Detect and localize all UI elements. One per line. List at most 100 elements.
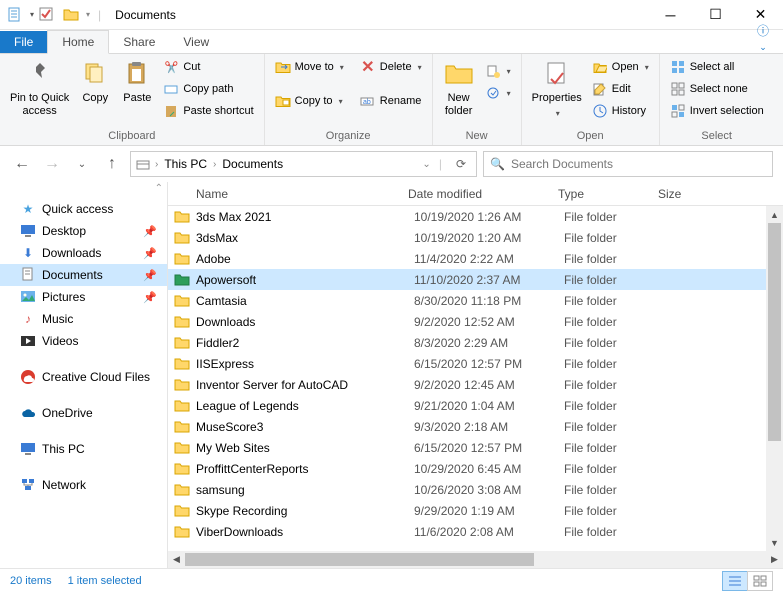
properties-button[interactable]: Properties▾ bbox=[528, 56, 586, 122]
file-row[interactable]: Apowersoft11/10/2020 2:37 AMFile folder bbox=[168, 269, 783, 290]
copy-to-button[interactable]: Copy to▾ bbox=[271, 90, 348, 112]
up-button[interactable]: ↑ bbox=[100, 152, 124, 176]
search-placeholder: Search Documents bbox=[511, 157, 613, 171]
edit-button[interactable]: Edit bbox=[588, 78, 653, 100]
quick-access-toolbar: ▾ ▾ | bbox=[4, 4, 107, 26]
refresh-button[interactable]: ⟳ bbox=[450, 157, 472, 171]
select-none-button[interactable]: Select none bbox=[666, 78, 768, 100]
new-item-icon bbox=[485, 63, 501, 79]
sidebar-pictures[interactable]: Pictures📌 bbox=[0, 286, 167, 308]
breadcrumb-current[interactable]: Documents bbox=[220, 157, 285, 171]
history-button[interactable]: History bbox=[588, 100, 653, 122]
sidebar-this-pc[interactable]: This PC bbox=[0, 438, 167, 460]
new-folder-button[interactable]: New folder bbox=[439, 56, 479, 120]
details-view-button[interactable] bbox=[722, 571, 748, 591]
file-row[interactable]: My Web Sites6/15/2020 12:57 PMFile folde… bbox=[168, 437, 783, 458]
large-icons-view-button[interactable] bbox=[747, 571, 773, 591]
open-button[interactable]: Open▾ bbox=[588, 56, 653, 78]
scroll-thumb[interactable] bbox=[768, 223, 781, 441]
address-dropdown-icon[interactable]: ⌄ bbox=[422, 159, 430, 170]
copy-button[interactable]: Copy bbox=[75, 56, 115, 107]
file-row[interactable]: Skype Recording9/29/2020 1:19 AMFile fol… bbox=[168, 500, 783, 521]
select-all-button[interactable]: Select all bbox=[666, 56, 768, 78]
file-row[interactable]: 3dsMax10/19/2020 1:20 AMFile folder bbox=[168, 227, 783, 248]
collapse-icon[interactable]: ⌃ bbox=[155, 183, 163, 194]
qat-checkbox-icon[interactable] bbox=[36, 4, 58, 26]
file-row[interactable]: ViberDownloads11/6/2020 2:08 AMFile fold… bbox=[168, 521, 783, 542]
tab-file[interactable]: File bbox=[0, 31, 47, 53]
rename-icon: ab bbox=[360, 93, 376, 109]
chevron-icon[interactable]: › bbox=[213, 159, 216, 170]
sidebar-desktop[interactable]: Desktop📌 bbox=[0, 220, 167, 242]
folder-icon bbox=[174, 335, 190, 351]
column-date[interactable]: Date modified bbox=[408, 187, 558, 201]
file-row[interactable]: Inventor Server for AutoCAD9/2/2020 12:4… bbox=[168, 374, 783, 395]
qat-dropdown-icon[interactable]: ▾ bbox=[30, 10, 34, 19]
sidebar-music[interactable]: ♪Music bbox=[0, 308, 167, 330]
horizontal-scrollbar[interactable]: ◀ ▶ bbox=[168, 551, 783, 568]
new-item-button[interactable]: ▾ bbox=[481, 60, 515, 82]
qat-customize-icon[interactable]: ▾ bbox=[86, 10, 90, 19]
rename-button[interactable]: abRename bbox=[356, 90, 426, 112]
maximize-button[interactable]: ☐ bbox=[693, 0, 738, 30]
column-name[interactable]: Name bbox=[168, 187, 408, 201]
help-button[interactable]: ⓘ ⌄ bbox=[753, 22, 783, 53]
column-size[interactable]: Size bbox=[658, 187, 783, 201]
scroll-thumb[interactable] bbox=[185, 553, 534, 566]
qat-folder-icon[interactable] bbox=[60, 4, 82, 26]
delete-button[interactable]: ✕Delete▾ bbox=[356, 56, 426, 78]
file-type: File folder bbox=[564, 504, 664, 518]
sidebar-onedrive[interactable]: OneDrive bbox=[0, 402, 167, 424]
sidebar-quick-access[interactable]: ★Quick access bbox=[0, 198, 167, 220]
status-item-count: 20 items bbox=[10, 575, 52, 587]
sidebar-documents[interactable]: Documents📌 bbox=[0, 264, 167, 286]
pin-to-quick-access-button[interactable]: Pin to Quick access bbox=[6, 56, 73, 120]
search-box[interactable]: 🔍 Search Documents bbox=[483, 151, 773, 177]
pin-icon: 📌 bbox=[143, 269, 157, 282]
sidebar-downloads[interactable]: ⬇Downloads📌 bbox=[0, 242, 167, 264]
file-row[interactable]: samsung10/26/2020 3:08 AMFile folder bbox=[168, 479, 783, 500]
forward-button[interactable]: → bbox=[40, 152, 64, 176]
paste-button[interactable]: Paste bbox=[117, 56, 157, 107]
file-row[interactable]: Downloads9/2/2020 12:52 AMFile folder bbox=[168, 311, 783, 332]
invert-selection-button[interactable]: Invert selection bbox=[666, 100, 768, 122]
file-row[interactable]: League of Legends9/21/2020 1:04 AMFile f… bbox=[168, 395, 783, 416]
recent-locations-button[interactable]: ⌄ bbox=[70, 152, 94, 176]
cut-button[interactable]: ✂️Cut bbox=[159, 56, 257, 78]
vertical-scrollbar[interactable]: ▲ ▼ bbox=[766, 206, 783, 551]
tab-home[interactable]: Home bbox=[47, 30, 109, 54]
back-button[interactable]: ← bbox=[10, 152, 34, 176]
documents-icon bbox=[20, 267, 36, 283]
column-type[interactable]: Type bbox=[558, 187, 658, 201]
copy-path-button[interactable]: Copy path bbox=[159, 78, 257, 100]
move-to-button[interactable]: Move to▾ bbox=[271, 56, 348, 78]
file-row[interactable]: MuseScore39/3/2020 2:18 AMFile folder bbox=[168, 416, 783, 437]
svg-text:ab: ab bbox=[363, 99, 371, 106]
tab-share[interactable]: Share bbox=[109, 31, 169, 53]
sidebar-network[interactable]: Network bbox=[0, 474, 167, 496]
file-list[interactable]: 3ds Max 202110/19/2020 1:26 AMFile folde… bbox=[168, 206, 783, 551]
address-box[interactable]: › This PC › Documents ⌄ | ⟳ bbox=[130, 151, 477, 177]
file-row[interactable]: Adobe11/4/2020 2:22 AMFile folder bbox=[168, 248, 783, 269]
chevron-icon[interactable]: › bbox=[155, 159, 158, 170]
sidebar-videos[interactable]: Videos bbox=[0, 330, 167, 352]
file-row[interactable]: Fiddler28/3/2020 2:29 AMFile folder bbox=[168, 332, 783, 353]
scroll-right-icon[interactable]: ▶ bbox=[766, 551, 783, 568]
scroll-left-icon[interactable]: ◀ bbox=[168, 551, 185, 568]
file-row[interactable]: IISExpress6/15/2020 12:57 PMFile folder bbox=[168, 353, 783, 374]
file-row[interactable]: ProffittCenterReports10/29/2020 6:45 AMF… bbox=[168, 458, 783, 479]
breadcrumb-root[interactable]: This PC bbox=[162, 157, 209, 171]
qat-properties-icon[interactable] bbox=[4, 4, 26, 26]
ribbon-group-open: Properties▾ Open▾ Edit History Open bbox=[522, 54, 660, 145]
file-row[interactable]: Camtasia8/30/2020 11:18 PMFile folder bbox=[168, 290, 783, 311]
scroll-up-icon[interactable]: ▲ bbox=[766, 206, 783, 223]
sidebar-creative-cloud[interactable]: Creative Cloud Files bbox=[0, 366, 167, 388]
folder-icon bbox=[174, 314, 190, 330]
easy-access-button[interactable]: ▾ bbox=[481, 82, 515, 104]
file-row[interactable]: 3ds Max 202110/19/2020 1:26 AMFile folde… bbox=[168, 206, 783, 227]
paste-shortcut-button[interactable]: Paste shortcut bbox=[159, 100, 257, 122]
tab-view[interactable]: View bbox=[169, 31, 223, 53]
file-name: Fiddler2 bbox=[196, 336, 414, 350]
scroll-down-icon[interactable]: ▼ bbox=[766, 534, 783, 551]
minimize-button[interactable]: ─ bbox=[648, 0, 693, 30]
